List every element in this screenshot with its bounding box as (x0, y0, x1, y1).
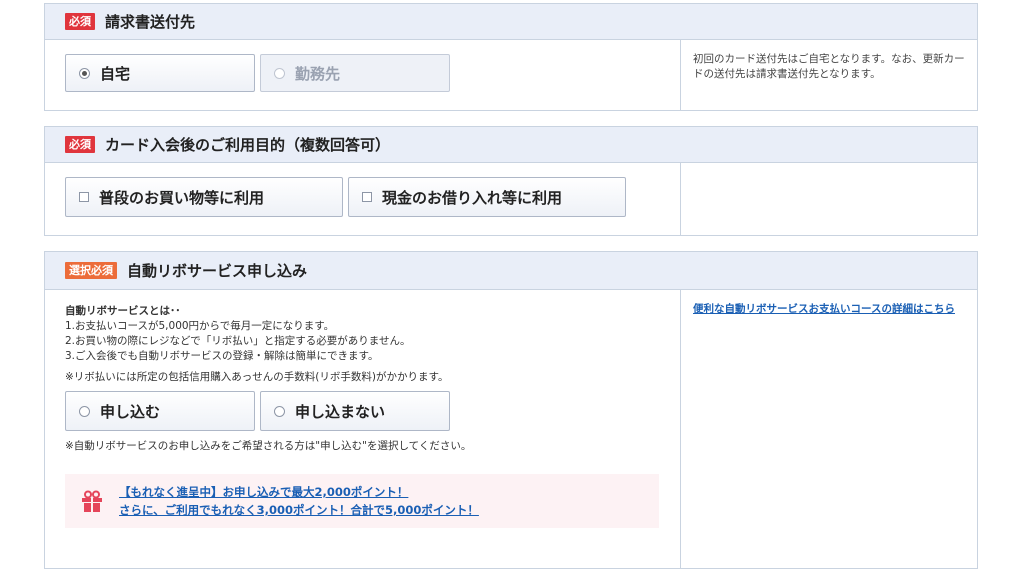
option-label: 申し込む (100, 402, 161, 421)
revo-intro-line: 3.ご入会後でも自動リボサービスの登録・解除は簡単にできます。 (65, 350, 379, 362)
radio-icon[interactable] (79, 405, 90, 417)
required-badge: 必須 (65, 13, 95, 30)
promo-link-apply[interactable]: 【もれなく進呈中】お申し込みで最大2,000ポイント！ (119, 483, 479, 501)
purpose-option-cash[interactable]: 現金のお借り入れ等に利用 (348, 177, 626, 217)
billing-note: 初回のカード送付先はご自宅となります。なお、更新カードの送付先は請求書送付先とな… (693, 53, 965, 80)
option-label: 普段のお買い物等に利用 (99, 188, 265, 207)
section-title: 自動リボサービス申し込み (127, 262, 308, 280)
purpose-option-shopping[interactable]: 普段のお買い物等に利用 (65, 177, 343, 217)
option-label: 自宅 (100, 64, 131, 83)
application-form: 必須 請求書送付先 自宅 勤務先 初回のカード送付先はご自宅となります。なお、更… (0, 0, 1024, 579)
option-label: 勤務先 (295, 64, 341, 83)
promo-banner: 【もれなく進呈中】お申し込みで最大2,000ポイント！ さらに、ご利用でもれなく… (65, 474, 659, 528)
section-header: 必須 請求書送付先 (45, 4, 977, 40)
billing-option-work[interactable]: 勤務先 (260, 54, 450, 92)
option-label: 申し込まない (295, 402, 386, 421)
auto-revo-section: 選択必須 自動リボサービス申し込み 自動リボサービスとは･･ 1.お支払いコース… (44, 251, 978, 569)
revo-side: 便利な自動リボサービスお支払いコースの詳細はこちら (681, 290, 977, 568)
checkbox-icon[interactable] (362, 192, 372, 202)
revo-intro-heading: 自動リボサービスとは･･ (65, 305, 181, 317)
section-header: 選択必須 自動リボサービス申し込み (45, 252, 977, 290)
radio-icon[interactable] (274, 67, 285, 79)
promo-link-usage[interactable]: さらに、ご利用でもれなく3,000ポイント！合計で5,000ポイント！ (119, 501, 479, 519)
billing-option-home[interactable]: 自宅 (65, 54, 255, 92)
checkbox-icon[interactable] (79, 192, 89, 202)
revo-course-details-link[interactable]: 便利な自動リボサービスお支払いコースの詳細はこちら (693, 303, 955, 315)
usage-purpose-section: 必須 カード入会後のご利用目的（複数回答可） 普段のお買い物等に利用 現金のお借… (44, 126, 978, 236)
revo-option-apply[interactable]: 申し込む (65, 391, 255, 431)
purpose-options: 普段のお買い物等に利用 現金のお借り入れ等に利用 (45, 163, 681, 235)
radio-icon[interactable] (274, 405, 285, 417)
option-label: 現金のお借り入れ等に利用 (382, 188, 563, 207)
revo-select-note: ※自動リボサービスのお申し込みをご希望される方は"申し込む"を選択してください。 (65, 440, 472, 452)
revo-option-decline[interactable]: 申し込まない (260, 391, 450, 431)
required-badge: 必須 (65, 136, 95, 153)
revo-fee-note: ※リボ払いには所定の包括信用購入あっせんの手数料(リボ手数料)がかかります。 (65, 371, 449, 383)
revo-content: 自動リボサービスとは･･ 1.お支払いコースが5,000円からで毎月一定になりま… (45, 290, 681, 568)
section-title: カード入会後のご利用目的（複数回答可） (105, 136, 391, 154)
section-title: 請求書送付先 (105, 13, 196, 31)
purpose-side-empty (681, 163, 977, 235)
revo-intro-line: 2.お買い物の際にレジなどで「リボ払い」と指定する必要がありません。 (65, 335, 411, 347)
gift-icon (82, 490, 102, 512)
billing-address-section: 必須 請求書送付先 自宅 勤務先 初回のカード送付先はご自宅となります。なお、更… (44, 3, 978, 111)
select-required-badge: 選択必須 (65, 262, 117, 279)
revo-intro-line: 1.お支払いコースが5,000円からで毎月一定になります。 (65, 320, 335, 332)
radio-checked-icon[interactable] (79, 67, 90, 79)
billing-options: 自宅 勤務先 (45, 40, 681, 110)
section-header: 必須 カード入会後のご利用目的（複数回答可） (45, 127, 977, 163)
